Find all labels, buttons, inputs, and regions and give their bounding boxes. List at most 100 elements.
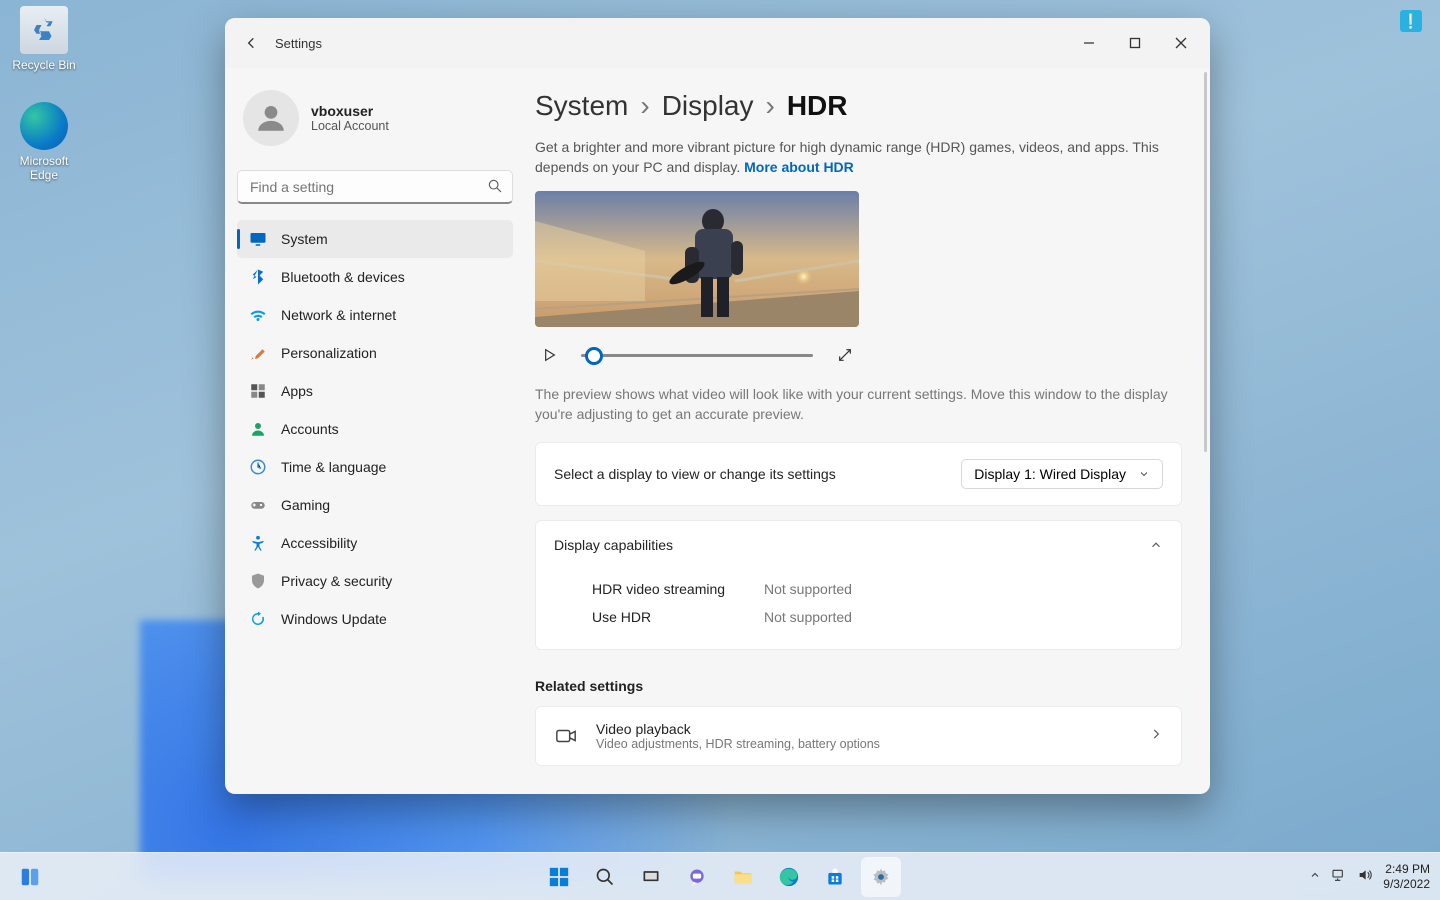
- nav-label: Apps: [281, 383, 313, 399]
- page-description: Get a brighter and more vibrant picture …: [535, 138, 1182, 177]
- capabilities-body: HDR video streaming Not supported Use HD…: [536, 569, 1181, 649]
- nav-item-network[interactable]: Network & internet: [237, 296, 513, 334]
- wifi-icon: [249, 306, 267, 324]
- nav-item-privacy[interactable]: Privacy & security: [237, 562, 513, 600]
- widgets-button[interactable]: [10, 857, 50, 897]
- capability-value: Not supported: [764, 609, 852, 625]
- nav-item-bluetooth[interactable]: Bluetooth & devices: [237, 258, 513, 296]
- tray-overflow-button[interactable]: [1309, 869, 1321, 884]
- start-button[interactable]: [539, 857, 579, 897]
- store-button[interactable]: [815, 857, 855, 897]
- video-icon: [554, 724, 578, 748]
- select-display-card: Select a display to view or change its s…: [535, 442, 1182, 506]
- breadcrumb-display[interactable]: Display: [662, 90, 754, 122]
- nav-item-windows-update[interactable]: Windows Update: [237, 600, 513, 638]
- user-name: vboxuser: [311, 103, 389, 119]
- preview-controls: [535, 341, 859, 369]
- clock-date: 9/3/2022: [1383, 877, 1430, 891]
- link-card-sub: Video adjustments, HDR streaming, batter…: [596, 737, 880, 751]
- desktop-icon-recycle-bin[interactable]: Recycle Bin: [4, 6, 84, 72]
- main-panel: System › Display › HDR Get a brighter an…: [525, 68, 1210, 794]
- clock-globe-icon: [249, 458, 267, 476]
- select-display-label: Select a display to view or change its s…: [554, 466, 836, 482]
- file-explorer-button[interactable]: [723, 857, 763, 897]
- close-button[interactable]: [1158, 27, 1204, 59]
- taskbar-clock[interactable]: 2:49 PM 9/3/2022: [1383, 862, 1430, 891]
- clock-time: 2:49 PM: [1383, 862, 1430, 876]
- desktop-icon-edge[interactable]: Microsoft Edge: [4, 102, 84, 182]
- person-icon: [249, 420, 267, 438]
- capability-row: HDR video streaming Not supported: [592, 575, 1163, 603]
- display-dropdown[interactable]: Display 1: Wired Display: [961, 459, 1163, 489]
- play-button[interactable]: [535, 341, 563, 369]
- chevron-right-icon: [1149, 727, 1163, 746]
- nav-item-apps[interactable]: Apps: [237, 372, 513, 410]
- info-overlay-icon[interactable]: ❕: [1400, 10, 1422, 32]
- search-input[interactable]: [237, 170, 513, 204]
- taskbar-right: 2:49 PM 9/3/2022: [1309, 862, 1430, 891]
- nav-label: Gaming: [281, 497, 330, 513]
- nav-label: Bluetooth & devices: [281, 269, 405, 285]
- chat-button[interactable]: [677, 857, 717, 897]
- more-about-hdr-link[interactable]: More about HDR: [744, 159, 854, 175]
- profile-block[interactable]: vboxuser Local Account: [237, 78, 513, 164]
- preview-hint: The preview shows what video will look l…: [535, 385, 1182, 424]
- hdr-preview: [535, 191, 859, 369]
- nav-label: System: [281, 231, 328, 247]
- display-capabilities-card: Display capabilities HDR video streaming…: [535, 520, 1182, 650]
- task-view-button[interactable]: [631, 857, 671, 897]
- paintbrush-icon: [249, 344, 267, 362]
- gamepad-icon: [249, 496, 267, 514]
- edge-button[interactable]: [769, 857, 809, 897]
- capability-key: Use HDR: [592, 609, 732, 625]
- nav-item-accessibility[interactable]: Accessibility: [237, 524, 513, 562]
- breadcrumb-current: HDR: [787, 90, 848, 122]
- breadcrumb-system[interactable]: System: [535, 90, 628, 122]
- nav-item-gaming[interactable]: Gaming: [237, 486, 513, 524]
- fullscreen-button[interactable]: [831, 341, 859, 369]
- video-playback-link[interactable]: Video playback Video adjustments, HDR st…: [535, 706, 1182, 766]
- recycle-bin-icon: [20, 6, 68, 54]
- user-sub: Local Account: [311, 119, 389, 133]
- slider-thumb[interactable]: [585, 347, 603, 365]
- window-controls: [1066, 27, 1204, 59]
- taskbar: 2:49 PM 9/3/2022: [0, 852, 1440, 900]
- taskbar-center: [539, 857, 901, 897]
- nav-item-time-language[interactable]: Time & language: [237, 448, 513, 486]
- chevron-right-icon: ›: [640, 90, 649, 122]
- window-title: Settings: [275, 36, 322, 51]
- brightness-slider[interactable]: [581, 345, 813, 365]
- nav-item-system[interactable]: System: [237, 220, 513, 258]
- search-box: [237, 170, 513, 204]
- search-icon: [487, 178, 503, 199]
- slider-track: [581, 354, 813, 357]
- nav-label: Accounts: [281, 421, 339, 437]
- scrollbar[interactable]: [1204, 72, 1207, 452]
- nav-label: Accessibility: [281, 535, 357, 551]
- chevron-right-icon: ›: [766, 90, 775, 122]
- accessibility-icon: [249, 534, 267, 552]
- chevron-down-icon: [1138, 468, 1150, 480]
- network-tray-icon[interactable]: [1331, 867, 1347, 886]
- capabilities-expander[interactable]: Display capabilities: [536, 521, 1181, 569]
- preview-image: [535, 191, 859, 327]
- titlebar: Settings: [225, 18, 1210, 68]
- update-icon: [249, 610, 267, 628]
- settings-taskbar-button[interactable]: [861, 857, 901, 897]
- nav-item-accounts[interactable]: Accounts: [237, 410, 513, 448]
- display-icon: [249, 230, 267, 248]
- nav-item-personalization[interactable]: Personalization: [237, 334, 513, 372]
- minimize-button[interactable]: [1066, 27, 1112, 59]
- maximize-button[interactable]: [1112, 27, 1158, 59]
- capability-row: Use HDR Not supported: [592, 603, 1163, 631]
- settings-window: Settings vboxuser Local Account: [225, 18, 1210, 794]
- nav-label: Network & internet: [281, 307, 396, 323]
- search-button[interactable]: [585, 857, 625, 897]
- volume-tray-icon[interactable]: [1357, 867, 1373, 886]
- system-tray: [1309, 867, 1373, 886]
- apps-icon: [249, 382, 267, 400]
- breadcrumb: System › Display › HDR: [535, 90, 1182, 122]
- capabilities-title: Display capabilities: [554, 537, 673, 553]
- shield-icon: [249, 572, 267, 590]
- back-button[interactable]: [235, 26, 269, 60]
